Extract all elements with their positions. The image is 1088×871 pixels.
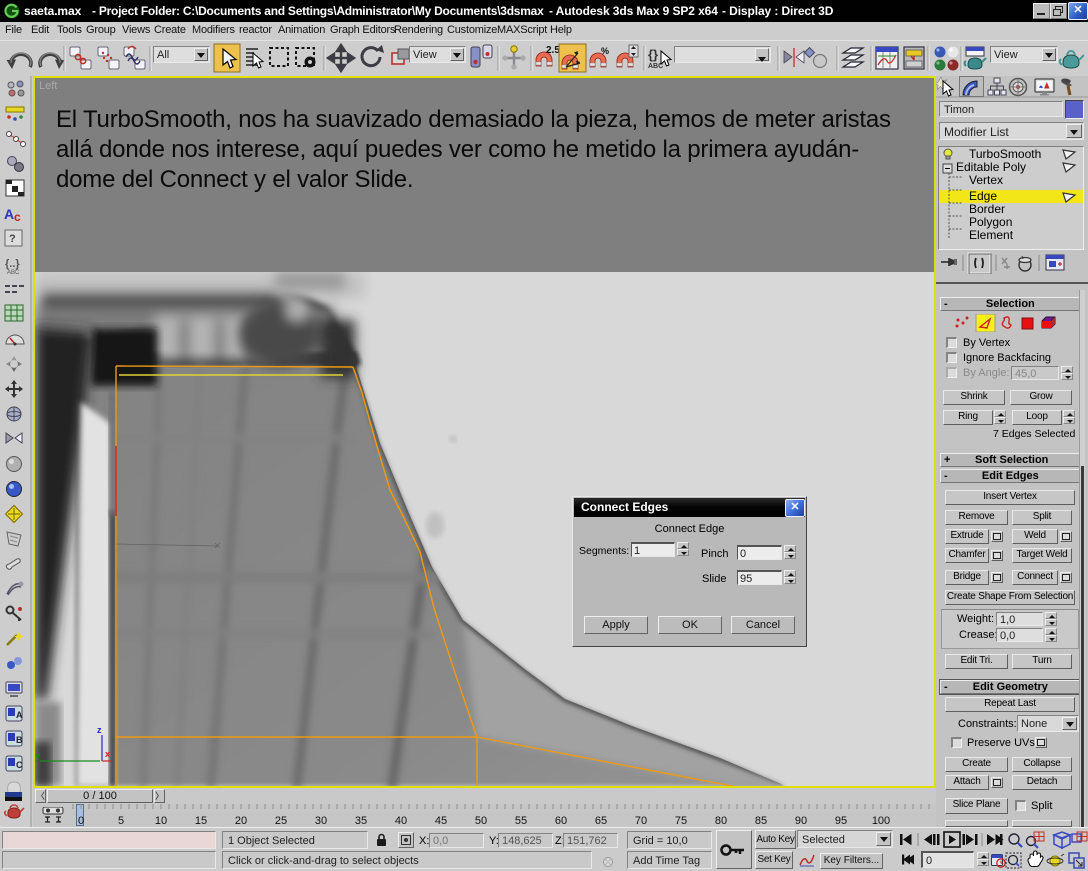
svg-text:65: 65 [595,815,607,827]
svg-text:60: 60 [555,815,567,827]
svg-text:50: 50 [475,815,487,827]
svg-text:y: y [35,751,40,761]
svg-text:35: 35 [355,815,367,827]
svg-text:{..}: {..} [5,258,20,270]
svg-text:{}: {} [648,47,658,62]
svg-text:%: % [601,46,609,56]
svg-text:40: 40 [395,815,407,827]
svg-text:A: A [4,206,14,222]
svg-text:Element: Element [969,228,1014,242]
svg-text:z: z [97,725,102,735]
svg-text:10: 10 [155,815,167,827]
svg-text:Edge: Edge [969,189,997,203]
svg-text:70: 70 [635,815,647,827]
svg-text:x: x [105,749,110,759]
svg-text:Vertex: Vertex [969,173,1003,187]
svg-text:B: B [16,735,23,745]
svg-text:30: 30 [315,815,327,827]
svg-text:45: 45 [435,815,447,827]
svg-text:80: 80 [715,815,727,827]
svg-text:A: A [16,710,23,720]
svg-text:TurboSmooth: TurboSmooth [969,147,1041,161]
svg-text:Border: Border [969,202,1005,216]
svg-text:75: 75 [675,815,687,827]
svg-text:C: C [16,760,23,770]
svg-text:5: 5 [118,815,124,827]
svg-text:20: 20 [235,815,247,827]
svg-text:Editable Poly: Editable Poly [956,160,1026,174]
svg-text:c: c [14,210,21,224]
svg-text:15: 15 [195,815,207,827]
svg-text:55: 55 [515,815,527,827]
svg-text:ABC: ABC [7,270,20,276]
svg-text:?: ? [9,233,16,245]
svg-text:25: 25 [275,815,287,827]
svg-text:85: 85 [755,815,767,827]
svg-text:100: 100 [872,815,890,827]
svg-text:Polygon: Polygon [969,215,1012,229]
svg-text:90: 90 [795,815,807,827]
svg-text:2.5: 2.5 [546,45,560,56]
svg-text:95: 95 [835,815,847,827]
svg-text:0: 0 [78,815,84,827]
